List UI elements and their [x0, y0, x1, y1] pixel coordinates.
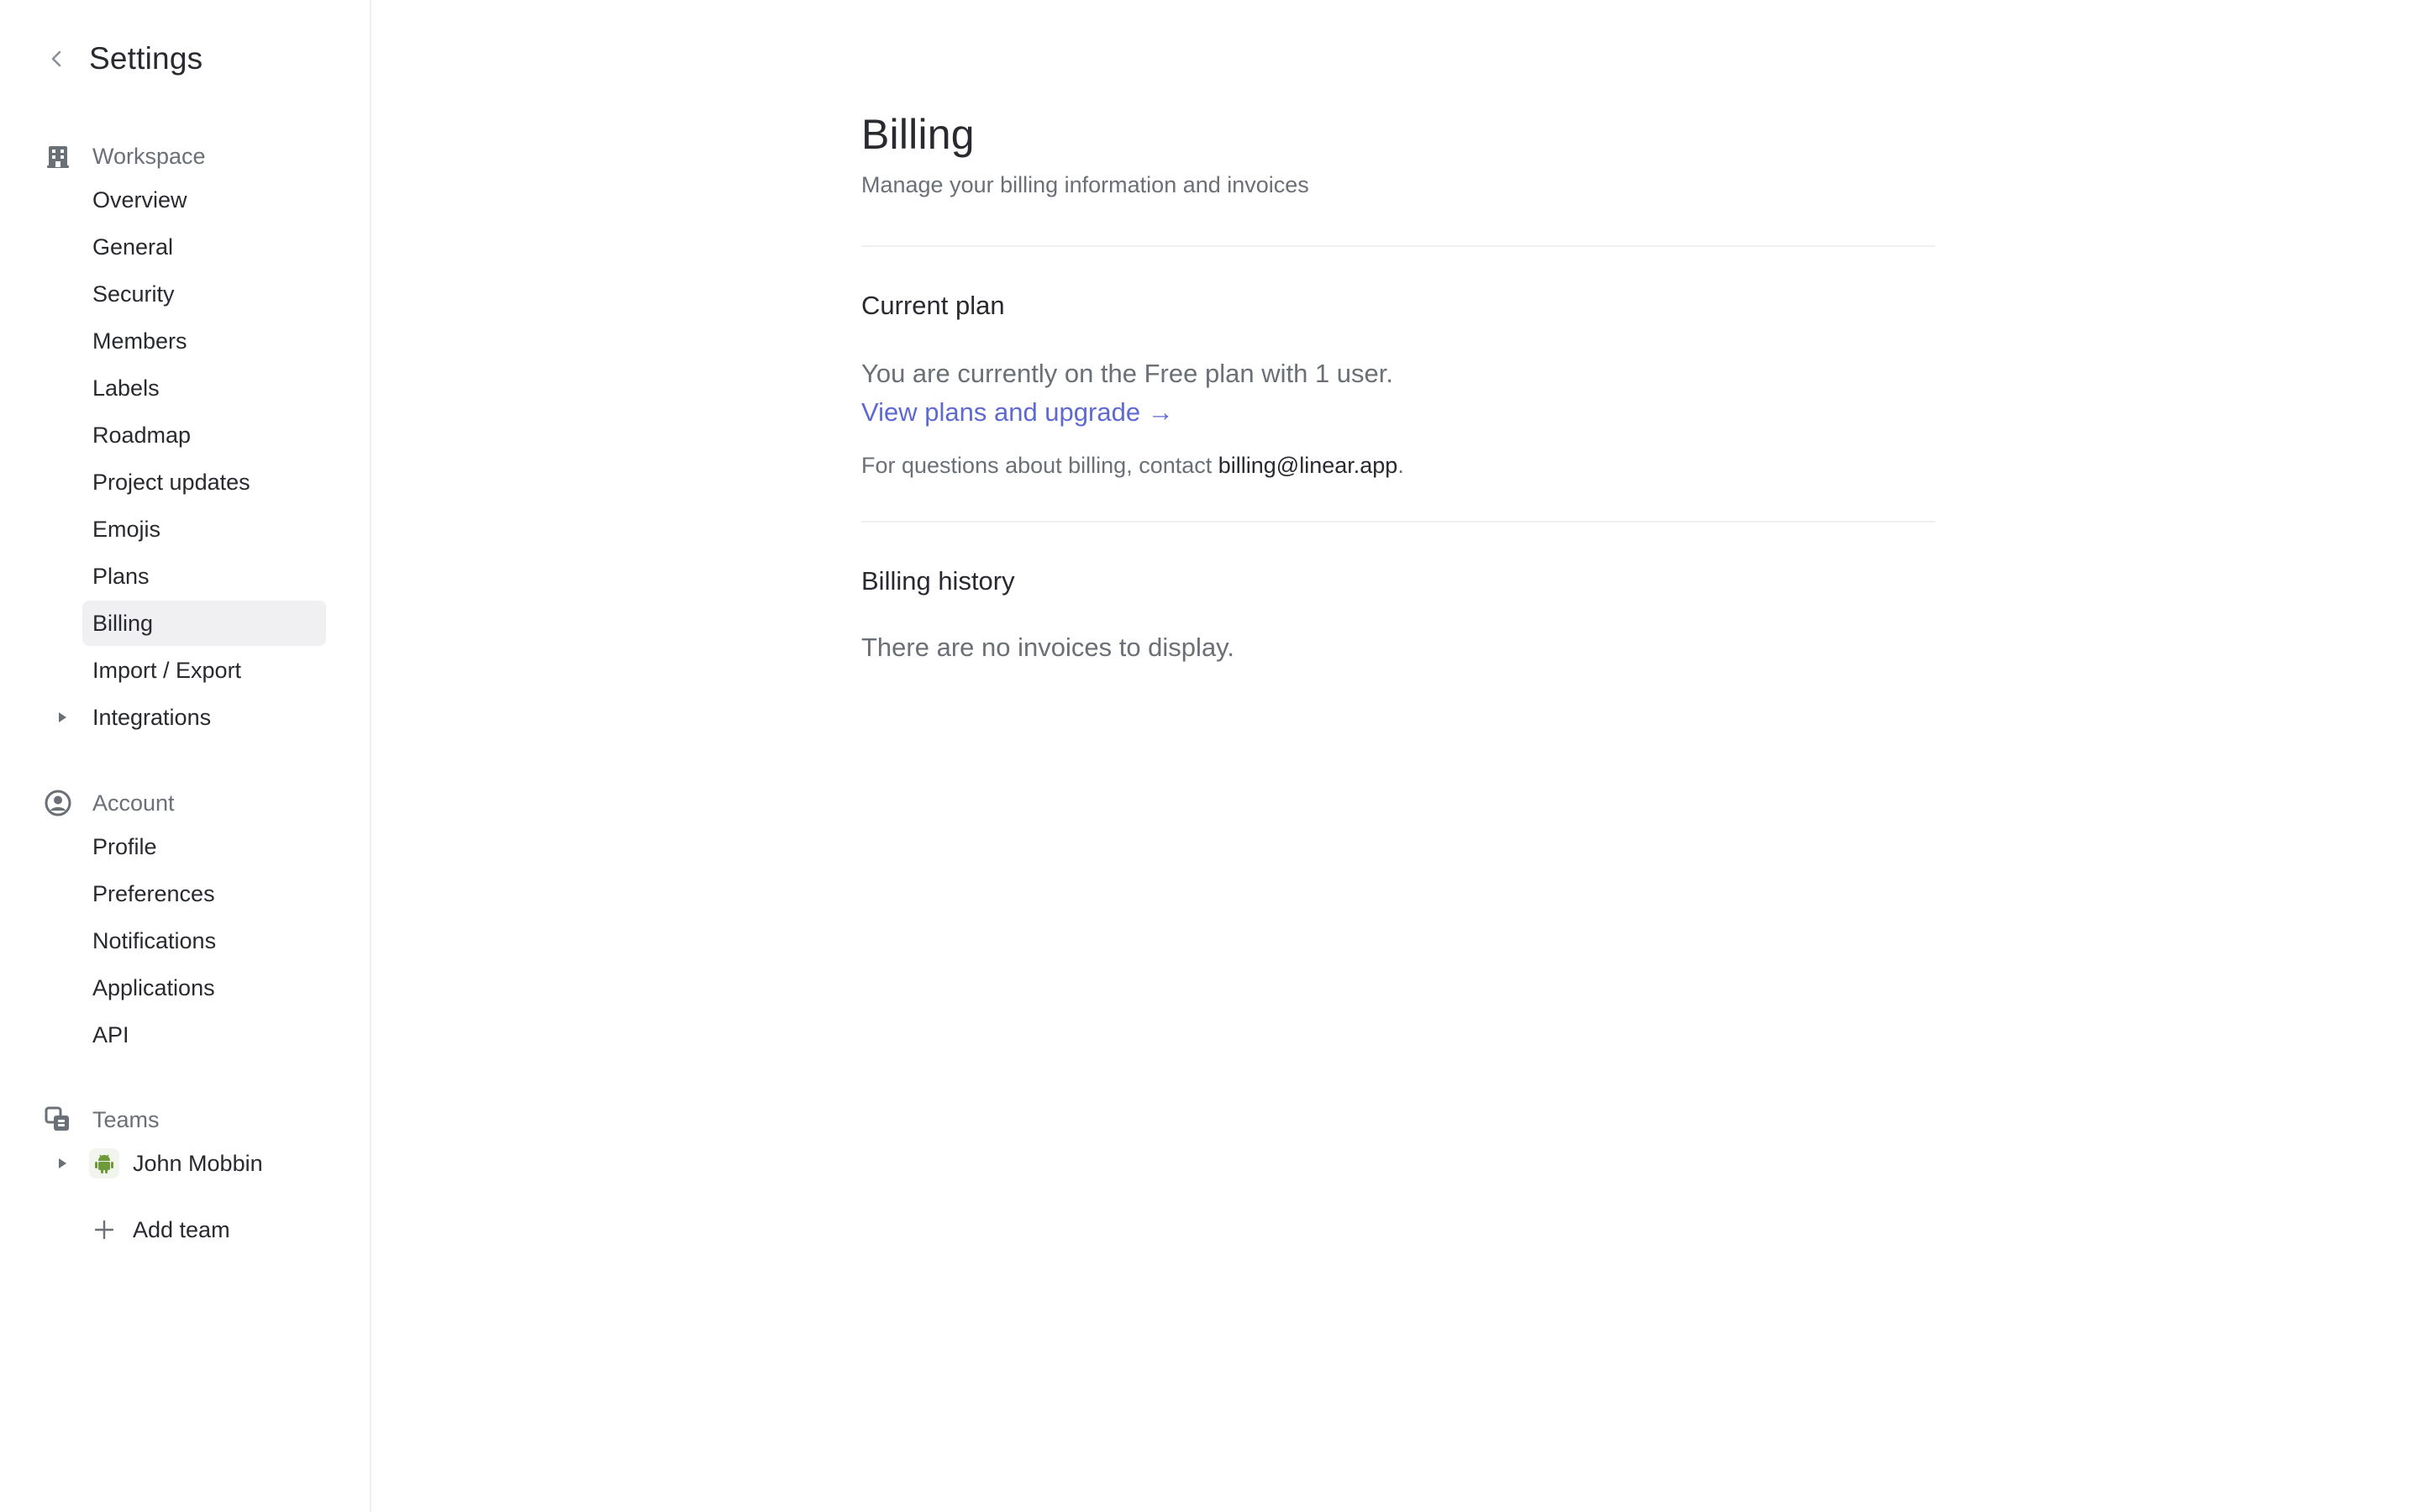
billing-history-heading: Billing history — [861, 566, 1015, 596]
page-subtitle: Manage your billing information and invo… — [861, 172, 1309, 197]
sidebar-item-label: Emojis — [92, 516, 161, 542]
back-button[interactable] — [42, 44, 72, 74]
workspace-group-header: Workspace — [44, 139, 206, 173]
sidebar-item-label: Preferences — [92, 880, 215, 906]
current-plan-heading: Current plan — [861, 291, 1005, 320]
sidebar-item-integrations[interactable]: Integrations — [59, 695, 326, 740]
sidebar-item-label: Billing — [92, 610, 154, 636]
view-plans-link[interactable]: View plans and upgrade → — [861, 393, 1174, 432]
sidebar-item-billing[interactable]: Billing — [82, 601, 326, 646]
user-circle-icon — [44, 789, 72, 817]
teams-group-label: Teams — [92, 1106, 160, 1132]
sidebar-item-preferences[interactable]: Preferences — [82, 871, 326, 916]
sidebar-item-label: Security — [92, 281, 175, 307]
teams-group-header: Teams — [44, 1103, 160, 1137]
sidebar-item-project-updates[interactable]: Project updates — [82, 459, 326, 505]
sidebar-item-label: Project updates — [92, 469, 250, 495]
team-name: John Mobbin — [133, 1150, 263, 1176]
workspace-group-label: Workspace — [92, 143, 206, 169]
sidebar-item-label: API — [92, 1021, 129, 1047]
sidebar-item-label: Integrations — [92, 704, 212, 730]
billing-contact-prefix: For questions about billing, contact — [861, 453, 1218, 478]
add-team-label: Add team — [133, 1216, 230, 1242]
sidebar-item-label: Plans — [92, 563, 150, 589]
add-team-button[interactable]: Add team — [82, 1207, 326, 1252]
sidebar-item-import-export[interactable]: Import / Export — [82, 648, 326, 693]
building-icon — [44, 142, 72, 171]
settings-app: Settings Workspace Overview General Secu… — [0, 0, 2420, 1512]
page-title: Billing — [861, 111, 975, 158]
sidebar-item-label: General — [92, 234, 174, 260]
sidebar-item-emojis[interactable]: Emojis — [82, 507, 326, 552]
billing-contact-suffix: . — [1397, 453, 1404, 478]
current-plan-section: Current plan You are currently on the Fr… — [861, 289, 1935, 480]
sidebar-item-label: Roadmap — [92, 422, 192, 448]
caret-right-icon[interactable] — [54, 1155, 71, 1172]
section-divider — [861, 245, 1935, 247]
sidebar-item-applications[interactable]: Applications — [82, 965, 326, 1011]
sidebar-item-api[interactable]: API — [82, 1012, 326, 1058]
billing-contact-text: For questions about billing, contact bil… — [861, 450, 1935, 480]
sidebar-item-label: Applications — [92, 974, 215, 1000]
sidebar-item-roadmap[interactable]: Roadmap — [82, 412, 326, 458]
current-plan-status: You are currently on the Free plan with … — [861, 359, 1394, 388]
account-group-label: Account — [92, 790, 175, 816]
account-group-header: Account — [44, 786, 175, 820]
sidebar-item-label: Import / Export — [92, 657, 242, 683]
chevron-left-icon — [51, 50, 61, 67]
plus-icon — [89, 1215, 119, 1245]
billing-email-link[interactable]: billing@linear.app — [1218, 453, 1398, 478]
sidebar-item-team-john-mobbin[interactable]: John Mobbin — [59, 1141, 326, 1186]
billing-history-empty: There are no invoices to display. — [861, 633, 1234, 662]
main-content: Billing Manage your billing information … — [371, 0, 2420, 1512]
sidebar-item-label: Notifications — [92, 927, 217, 953]
sidebar-title: Settings — [89, 41, 203, 76]
sidebar-item-notifications[interactable]: Notifications — [82, 918, 326, 963]
sidebar-item-security[interactable]: Security — [82, 271, 326, 317]
section-divider — [861, 521, 1935, 522]
sidebar-item-overview[interactable]: Overview — [82, 177, 326, 223]
sidebar-item-label: Members — [92, 328, 187, 354]
android-icon — [89, 1148, 119, 1179]
sidebar-item-labels[interactable]: Labels — [82, 365, 326, 411]
billing-history-section: Billing history There are no invoices to… — [861, 564, 1935, 667]
sidebar-item-members[interactable]: Members — [82, 318, 326, 364]
caret-right-icon[interactable] — [54, 709, 71, 726]
sidebar-item-label: Profile — [92, 833, 157, 859]
billing-page: Billing Manage your billing information … — [861, 106, 1935, 667]
sidebar-header: Settings — [42, 35, 203, 82]
sidebar-item-profile[interactable]: Profile — [82, 824, 326, 869]
sidebar-item-plans[interactable]: Plans — [82, 554, 326, 599]
sidebar-item-general[interactable]: General — [82, 224, 326, 270]
sidebar-item-label: Overview — [92, 186, 187, 213]
sidebar-item-label: Labels — [92, 375, 160, 401]
settings-sidebar: Settings Workspace Overview General Secu… — [0, 0, 371, 1512]
teams-icon — [44, 1105, 72, 1134]
